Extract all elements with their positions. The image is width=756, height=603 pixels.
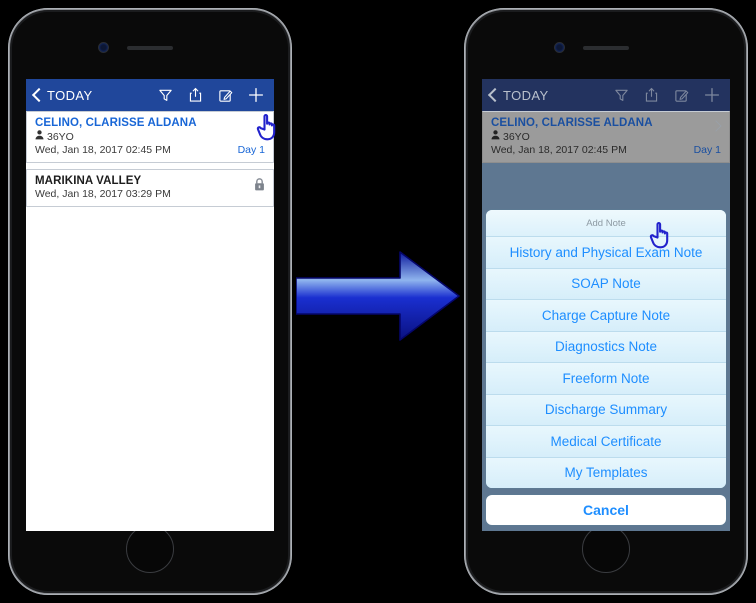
compose-icon[interactable] bbox=[218, 88, 233, 103]
patient-name: CELINO, CLARISSE ALDANA bbox=[35, 117, 197, 129]
action-sheet-option-diagnostics-note[interactable]: Diagnostics Note bbox=[486, 330, 726, 362]
action-sheet: Add Note History and Physical Exam Note … bbox=[485, 209, 727, 526]
navbar-actions bbox=[614, 87, 722, 103]
share-icon bbox=[644, 87, 659, 103]
chevron-left-icon bbox=[31, 87, 47, 103]
facility-name: MARIKINA VALLEY bbox=[35, 175, 142, 187]
patient-datetime: Wed, Jan 18, 2017 02:45 PM bbox=[35, 144, 171, 156]
navbar-left: TODAY bbox=[26, 79, 274, 111]
patient-age-label: 36YO bbox=[503, 130, 530, 143]
action-sheet-option-discharge-summary[interactable]: Discharge Summary bbox=[486, 393, 726, 425]
filter-icon[interactable] bbox=[158, 88, 173, 103]
share-icon[interactable] bbox=[188, 87, 203, 103]
patient-list-left: CELINO, CLARISSE ALDANA 36YO Wed, Jan 18… bbox=[26, 111, 274, 531]
list-item[interactable]: MARIKINA VALLEY Wed, Jan 18, 2017 03:29 … bbox=[26, 169, 274, 207]
list-item: CELINO, CLARISSE ALDANA 36YO Wed, Jan 18… bbox=[482, 111, 730, 163]
earpiece-speaker bbox=[127, 46, 173, 50]
action-sheet-group: Add Note History and Physical Exam Note … bbox=[485, 209, 727, 489]
right-arrow bbox=[295, 250, 460, 342]
chevron-left-icon bbox=[487, 87, 503, 103]
back-button[interactable]: TODAY bbox=[487, 87, 549, 103]
navbar-right: TODAY bbox=[482, 79, 730, 111]
front-camera-icon bbox=[98, 42, 109, 53]
back-button[interactable]: TODAY bbox=[31, 87, 93, 103]
patient-age: 36YO bbox=[491, 130, 721, 143]
back-button-label: TODAY bbox=[47, 87, 93, 103]
action-sheet-option-charge-capture-note[interactable]: Charge Capture Note bbox=[486, 299, 726, 331]
action-sheet-option-soap-note[interactable]: SOAP Note bbox=[486, 267, 726, 299]
back-button-label: TODAY bbox=[503, 87, 549, 103]
day-badge: Day 1 bbox=[693, 144, 721, 156]
lock-icon bbox=[254, 178, 265, 196]
front-camera-icon bbox=[554, 42, 565, 53]
action-sheet-option-my-templates[interactable]: My Templates bbox=[486, 456, 726, 488]
phone-right: TODAY CELINO, CLARISSE ALDANA 36YO Wed, … bbox=[456, 0, 756, 603]
action-sheet-title: Add Note bbox=[486, 210, 726, 236]
filter-icon bbox=[614, 88, 629, 103]
patient-age: 36YO bbox=[35, 130, 265, 143]
action-sheet-option-medical-certificate[interactable]: Medical Certificate bbox=[486, 425, 726, 457]
action-sheet-option-history-physical-exam-note[interactable]: History and Physical Exam Note bbox=[486, 236, 726, 268]
screen-right: TODAY CELINO, CLARISSE ALDANA 36YO Wed, … bbox=[482, 79, 730, 531]
earpiece-speaker bbox=[583, 46, 629, 50]
compose-icon bbox=[674, 88, 689, 103]
person-icon bbox=[35, 130, 44, 143]
facility-datetime: Wed, Jan 18, 2017 03:29 PM bbox=[35, 188, 171, 200]
cancel-button[interactable]: Cancel bbox=[485, 494, 727, 526]
plus-icon[interactable] bbox=[248, 87, 264, 103]
day-badge: Day 1 bbox=[237, 144, 265, 156]
home-button[interactable] bbox=[582, 525, 630, 573]
patient-age-label: 36YO bbox=[47, 130, 74, 143]
plus-icon bbox=[704, 87, 720, 103]
phone-left: TODAY CELINO, CLARISSE ALDANA 36YO Wed, … bbox=[0, 0, 300, 603]
patient-datetime: Wed, Jan 18, 2017 02:45 PM bbox=[491, 144, 627, 156]
action-sheet-option-freeform-note[interactable]: Freeform Note bbox=[486, 362, 726, 394]
navbar-actions bbox=[158, 87, 266, 103]
person-icon bbox=[491, 130, 500, 143]
list-item[interactable]: CELINO, CLARISSE ALDANA 36YO Wed, Jan 18… bbox=[26, 111, 274, 163]
screen-left: TODAY CELINO, CLARISSE ALDANA 36YO Wed, … bbox=[26, 79, 274, 531]
patient-name: CELINO, CLARISSE ALDANA bbox=[491, 117, 653, 129]
home-button[interactable] bbox=[126, 525, 174, 573]
